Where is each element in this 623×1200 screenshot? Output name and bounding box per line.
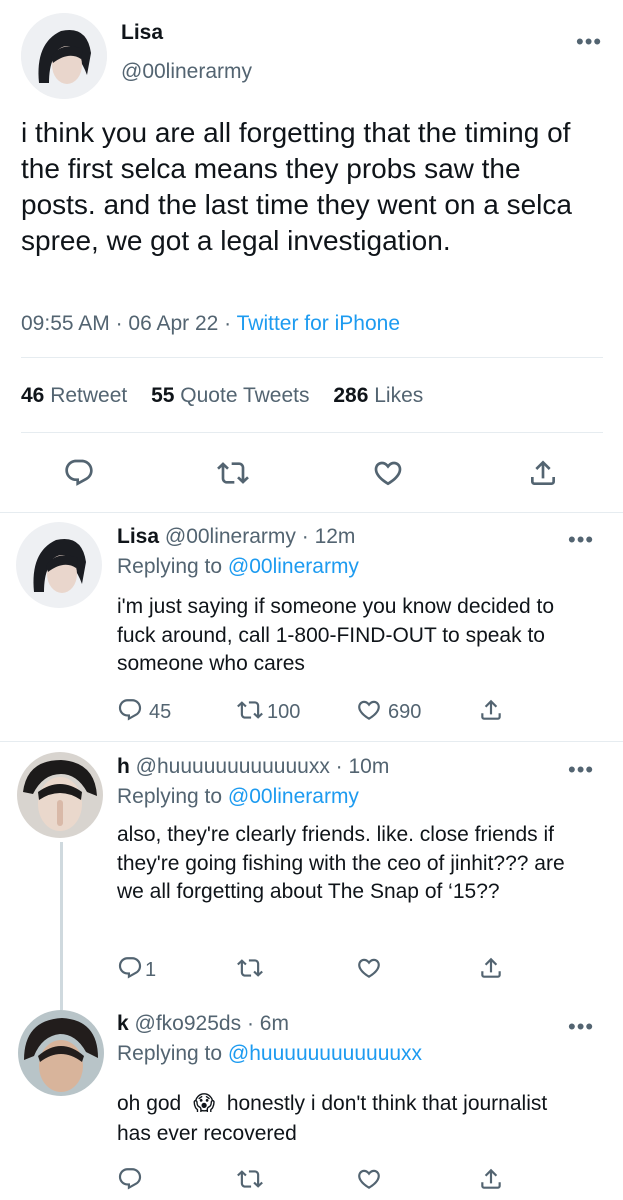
quote-stat[interactable]: 55 Quote Tweets bbox=[151, 384, 315, 407]
reply-age: 6m bbox=[259, 1012, 289, 1035]
replying-label: Replying to bbox=[117, 555, 223, 578]
retweet-icon[interactable] bbox=[237, 1166, 263, 1197]
avatar[interactable] bbox=[21, 13, 107, 99]
reply-icon[interactable] bbox=[117, 1166, 143, 1197]
quote-label: Quote Tweets bbox=[180, 384, 310, 407]
more-icon[interactable]: ••• bbox=[568, 1016, 594, 1038]
replying-to-handle[interactable]: @huuuuuuuuuuuuxx bbox=[228, 1042, 422, 1065]
reply-author-handle[interactable]: @fko925ds bbox=[135, 1012, 242, 1035]
more-icon[interactable]: ••• bbox=[576, 31, 602, 53]
retweet-count: 46 bbox=[21, 384, 45, 407]
emoji: 😱 bbox=[193, 1091, 215, 1115]
reply-like-button[interactable]: 690 bbox=[356, 697, 421, 728]
tweet-date: 06 Apr 22 bbox=[128, 312, 219, 335]
like-count: 690 bbox=[388, 701, 422, 723]
main-reply-icon[interactable] bbox=[63, 457, 95, 494]
tweet-text: i think you are all forgetting that the … bbox=[21, 117, 572, 256]
tweet-meta: 09:55 AM · 06 Apr 22 · Twitter for iPhon… bbox=[21, 312, 401, 335]
quote-count: 55 bbox=[151, 384, 175, 407]
engagement-stats: 46 Retweet 55 Quote Tweets 286 Likes bbox=[21, 384, 423, 408]
reply-reply-button[interactable]: 45 bbox=[117, 697, 171, 728]
reply-text: oh god 😱 honestly i don't think that jou… bbox=[117, 1088, 577, 1149]
tweet-time: 09:55 AM bbox=[21, 312, 110, 335]
author-handle[interactable]: @00linerarmy bbox=[121, 60, 252, 84]
tweet-source[interactable]: Twitter for iPhone bbox=[237, 312, 400, 335]
reply-text-before: oh god bbox=[117, 1092, 182, 1115]
reply-icon bbox=[117, 955, 143, 986]
more-icon[interactable]: ••• bbox=[568, 759, 594, 781]
divider bbox=[21, 357, 603, 358]
main-retweet-icon[interactable] bbox=[217, 457, 249, 494]
likes-stat[interactable]: 286 Likes bbox=[333, 384, 423, 407]
likes-label: Likes bbox=[374, 384, 424, 407]
reply-header: Lisa @00linerarmy · 12m bbox=[117, 525, 356, 548]
reply-text: i'm just saying if someone you know deci… bbox=[117, 595, 555, 675]
share-icon[interactable] bbox=[478, 955, 504, 986]
replying-to-handle[interactable]: @00linerarmy bbox=[228, 785, 359, 808]
retweet-count: 100 bbox=[267, 701, 301, 723]
main-like-icon[interactable] bbox=[372, 457, 404, 494]
share-icon[interactable] bbox=[478, 1166, 504, 1197]
replying-line: Replying to @huuuuuuuuuuuuxx bbox=[117, 1042, 422, 1066]
reply-count: 45 bbox=[149, 701, 172, 723]
avatar[interactable] bbox=[18, 1010, 104, 1096]
like-icon bbox=[356, 697, 382, 728]
reply-author-name[interactable]: Lisa bbox=[117, 525, 159, 548]
reply-age: 12m bbox=[314, 525, 356, 548]
reply-author-handle[interactable]: @huuuuuuuuuuuuxx bbox=[136, 755, 330, 778]
reply-retweet-button[interactable]: 100 bbox=[237, 697, 300, 728]
reply-author-name[interactable]: k bbox=[117, 1012, 129, 1035]
main-share-icon[interactable] bbox=[527, 457, 559, 494]
reply-count: 1 bbox=[145, 959, 157, 981]
replying-line: Replying to @00linerarmy bbox=[117, 555, 359, 579]
reply-header: k @fko925ds · 6m bbox=[117, 1012, 289, 1035]
avatar[interactable] bbox=[16, 522, 102, 608]
share-icon[interactable] bbox=[478, 697, 504, 728]
replying-line: Replying to @00linerarmy bbox=[117, 785, 359, 809]
thread-line bbox=[60, 842, 63, 1010]
reply-header: h @huuuuuuuuuuuuxx · 10m bbox=[117, 755, 390, 778]
reply-text-after: honestly i don't think that journalist h… bbox=[117, 1092, 548, 1145]
retweet-icon bbox=[237, 697, 263, 728]
reply-author-name[interactable]: h bbox=[117, 755, 130, 778]
replying-label: Replying to bbox=[117, 785, 223, 808]
divider bbox=[21, 432, 603, 433]
reply-text: also, they're clearly friends. like. clo… bbox=[117, 823, 565, 903]
retweet-icon[interactable] bbox=[237, 955, 263, 986]
replying-to-handle[interactable]: @00linerarmy bbox=[228, 555, 359, 578]
retweet-label: Retweet bbox=[50, 384, 128, 407]
avatar[interactable] bbox=[17, 752, 103, 838]
retweet-stat[interactable]: 46 Retweet bbox=[21, 384, 133, 407]
reply-reply-button[interactable]: 1 bbox=[117, 955, 156, 986]
reply-author-handle[interactable]: @00linerarmy bbox=[165, 525, 296, 548]
likes-count: 286 bbox=[333, 384, 369, 407]
more-icon[interactable]: ••• bbox=[568, 529, 594, 551]
replying-label: Replying to bbox=[117, 1042, 223, 1065]
divider bbox=[0, 741, 623, 742]
divider bbox=[0, 512, 623, 513]
like-icon[interactable] bbox=[356, 955, 382, 986]
like-icon[interactable] bbox=[356, 1166, 382, 1197]
author-name[interactable]: Lisa bbox=[121, 21, 163, 45]
reply-icon bbox=[117, 697, 143, 728]
reply-age: 10m bbox=[348, 755, 390, 778]
